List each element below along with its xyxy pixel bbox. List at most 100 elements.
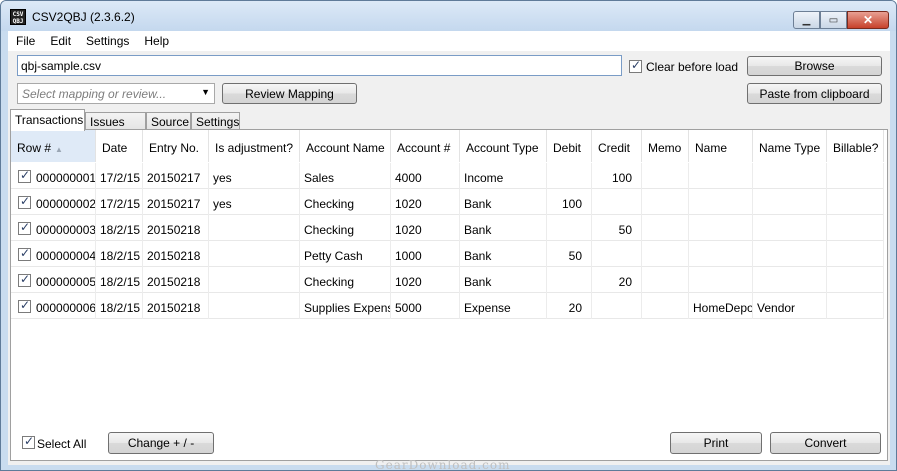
table-row[interactable]: 00000000117/2/1520150217yesSales4000Inco… [11, 163, 884, 189]
menu-help[interactable]: Help [136, 31, 176, 51]
cell-entry: 20150218 [143, 293, 209, 319]
cell-name [689, 241, 753, 267]
mapping-select[interactable]: Select mapping or review... ▼ [17, 83, 215, 104]
column-header-name[interactable]: Name [689, 130, 753, 162]
cell-acct-no: 4000 [391, 163, 460, 189]
tab-source[interactable]: Source [146, 112, 191, 130]
row-checkbox[interactable] [18, 272, 31, 287]
cell-name-type: Vendor [753, 293, 827, 319]
review-mapping-button[interactable]: Review Mapping [222, 83, 357, 104]
row-checkbox[interactable] [18, 298, 31, 313]
column-header-billable[interactable]: Billable? [827, 130, 884, 162]
clear-before-load-checkbox[interactable] [629, 58, 642, 73]
row-number: 000000001 [36, 171, 96, 185]
cell-acct-type: Expense [460, 293, 547, 319]
client-area: File Edit Settings Help qbj-sample.csv C… [8, 31, 890, 470]
column-header-name-type[interactable]: Name Type [753, 130, 827, 162]
row-checkbox[interactable] [18, 168, 31, 183]
cell-debit: 20 [547, 293, 592, 319]
app-window: CSV QBJ CSV2QBJ (2.3.6.2) ▁ ▭ ✕ File Edi… [0, 0, 897, 471]
cell-adj: yes [209, 163, 300, 189]
cell-name-type [753, 163, 827, 189]
cell-acct-name: Petty Cash [300, 241, 391, 267]
cell-credit [592, 293, 642, 319]
cell-debit: 50 [547, 241, 592, 267]
column-header-credit[interactable]: Credit [592, 130, 642, 162]
table-row[interactable]: 00000000318/2/1520150218 Checking1020Bank… [11, 215, 884, 241]
convert-button[interactable]: Convert [770, 432, 881, 454]
cell-billable [827, 293, 884, 319]
menu-file[interactable]: File [8, 31, 42, 51]
cell-debit [547, 215, 592, 241]
watermark: GearDownload.com [375, 458, 511, 471]
cell-entry: 20150217 [143, 189, 209, 215]
cell-name-type [753, 189, 827, 215]
cell-billable [827, 241, 884, 267]
row-checkbox[interactable] [18, 194, 31, 209]
cell-entry: 20150217 [143, 163, 209, 189]
row-number: 000000004 [36, 249, 96, 263]
close-button[interactable]: ✕ [847, 11, 889, 29]
cell-date: 18/2/15 [96, 293, 143, 319]
column-header-date[interactable]: Date [96, 130, 143, 162]
column-header-account-type[interactable]: Account Type [460, 130, 547, 162]
browse-button[interactable]: Browse [747, 56, 882, 76]
table-row[interactable]: 00000000217/2/1520150217yesChecking1020B… [11, 189, 884, 215]
row-number: 000000005 [36, 275, 96, 289]
title-bar[interactable]: CSV QBJ CSV2QBJ (2.3.6.2) ▁ ▭ ✕ [1, 1, 896, 31]
cell-billable [827, 163, 884, 189]
row-checkbox[interactable] [18, 246, 31, 261]
cell-name-type [753, 215, 827, 241]
cell-memo [642, 293, 689, 319]
cell-debit [547, 267, 592, 293]
menu-settings[interactable]: Settings [78, 31, 136, 51]
row-number: 000000003 [36, 223, 96, 237]
paste-from-clipboard-button[interactable]: Paste from clipboard [747, 83, 882, 104]
cell-acct-no: 1000 [391, 241, 460, 267]
cell-acct-type: Bank [460, 267, 547, 293]
cell-date: 18/2/15 [96, 241, 143, 267]
table-row[interactable]: 00000000618/2/1520150218 Supplies Expense… [11, 293, 884, 319]
cell-debit [547, 163, 592, 189]
table-row[interactable]: 00000000418/2/1520150218 Petty Cash1000Ba… [11, 241, 884, 267]
maximize-button[interactable]: ▭ [820, 11, 847, 29]
cell-entry: 20150218 [143, 241, 209, 267]
column-header-is-adjustment[interactable]: Is adjustment? [209, 130, 300, 162]
cell-adj [209, 241, 300, 267]
cell-row-number: 000000003 [11, 215, 96, 241]
cell-acct-type: Bank [460, 215, 547, 241]
tab-transactions[interactable]: Transactions [10, 109, 85, 131]
print-button[interactable]: Print [670, 432, 762, 454]
row-checkbox[interactable] [18, 220, 31, 235]
column-header-entry-no[interactable]: Entry No. [143, 130, 209, 162]
cell-credit [592, 189, 642, 215]
cell-acct-name: Checking [300, 215, 391, 241]
maximize-icon: ▭ [828, 14, 839, 26]
cell-name [689, 267, 753, 293]
cell-acct-no: 1020 [391, 267, 460, 293]
cell-row-number: 000000001 [11, 163, 96, 189]
cell-adj: yes [209, 189, 300, 215]
column-header-debit[interactable]: Debit [547, 130, 592, 162]
clear-before-load-label: Clear before load [646, 60, 739, 74]
change-sign-button[interactable]: Change + / - [108, 432, 214, 454]
cell-acct-type: Bank [460, 241, 547, 267]
menu-edit[interactable]: Edit [42, 31, 78, 51]
minimize-button[interactable]: ▁ [793, 11, 820, 29]
column-header-row[interactable]: Row # ▲ [11, 130, 96, 162]
cell-acct-name: Sales [300, 163, 391, 189]
file-path-input[interactable]: qbj-sample.csv [17, 55, 622, 76]
tab-settings[interactable]: Settings [191, 112, 240, 130]
cell-row-number: 000000004 [11, 241, 96, 267]
column-header-memo[interactable]: Memo [642, 130, 689, 162]
column-header-account-no[interactable]: Account # [391, 130, 460, 162]
cell-credit: 20 [592, 267, 642, 293]
cell-row-number: 000000002 [11, 189, 96, 215]
cell-row-number: 000000005 [11, 267, 96, 293]
tab-issues[interactable]: Issues (0) [85, 112, 146, 143]
table-row[interactable]: 00000000518/2/1520150218 Checking1020Bank… [11, 267, 884, 293]
column-header-account-name[interactable]: Account Name [300, 130, 391, 162]
select-all-checkbox[interactable] [22, 434, 35, 449]
cell-acct-name: Checking [300, 267, 391, 293]
row-number: 000000002 [36, 197, 96, 211]
